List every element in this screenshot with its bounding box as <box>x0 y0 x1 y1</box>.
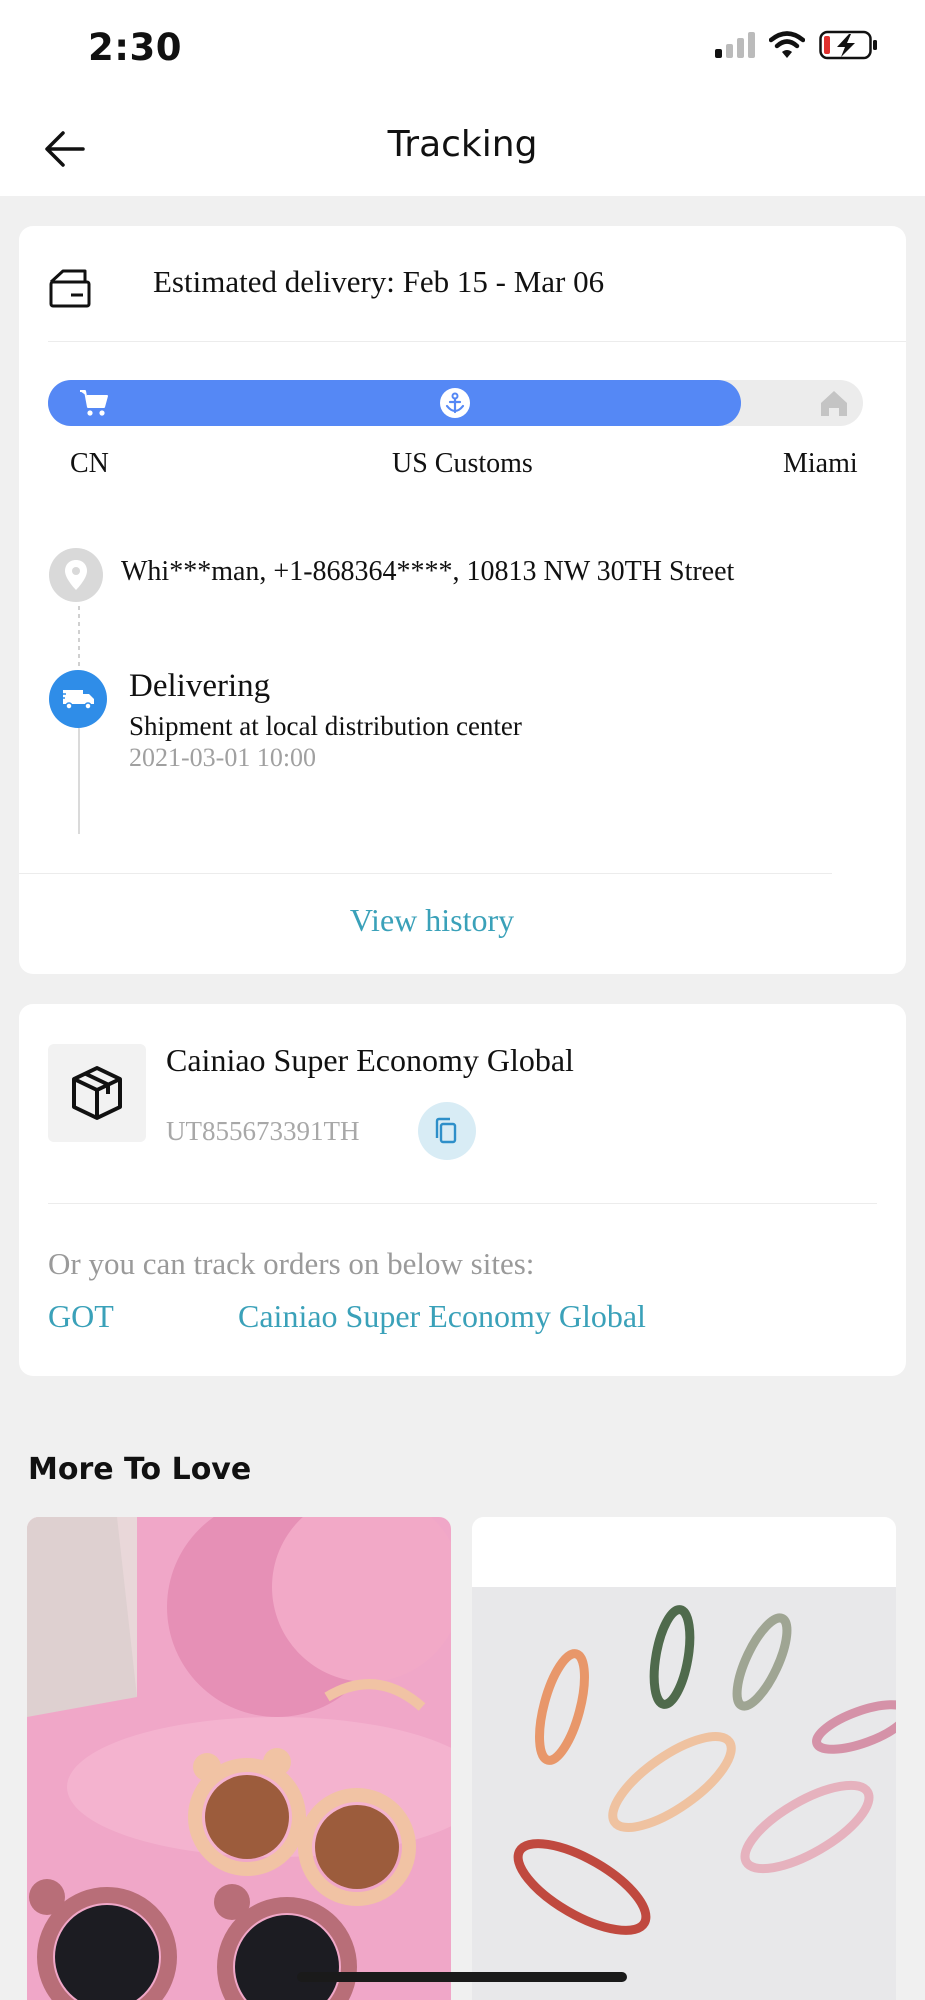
delivery-box-icon <box>49 269 91 308</box>
status-time: 2:30 <box>88 26 183 69</box>
divider <box>48 341 906 342</box>
copy-icon <box>435 1117 457 1144</box>
home-indicator <box>297 1972 627 1982</box>
wifi-icon <box>769 31 805 58</box>
product-image-sunglasses <box>27 1517 451 2000</box>
carrier-name: Cainiao Super Economy Global <box>166 1042 574 1078</box>
estimated-delivery: Estimated delivery: Feb 15 - Mar 06 <box>153 264 605 299</box>
status-icons <box>715 30 879 60</box>
stop-label-customs: US Customs <box>392 448 533 479</box>
timeline-dotted-connector <box>78 606 80 668</box>
event-status: Delivering <box>129 668 271 704</box>
shipping-address: Whi***man, +1-868364****, 10813 NW 30TH … <box>121 556 735 587</box>
progress-fill <box>48 380 741 426</box>
stop-label-destination: Miami <box>783 448 858 479</box>
shipping-progress-bar <box>48 380 863 426</box>
battery-charging-icon <box>819 30 877 60</box>
timeline-line <box>78 728 80 834</box>
product-image-hair-clips <box>472 1517 896 2000</box>
cart-icon <box>78 387 110 419</box>
product-card-sunglasses[interactable] <box>27 1517 451 2000</box>
status-bar: 2:30 <box>0 0 925 100</box>
stop-label-origin: CN <box>70 448 109 479</box>
section-title-more-to-love: More To Love <box>28 1452 252 1487</box>
divider <box>19 873 832 874</box>
carrier-card: Cainiao Super Economy Global UT855673391… <box>19 1004 906 1376</box>
nav-bar: Tracking <box>0 100 925 196</box>
home-icon <box>818 387 850 419</box>
tracking-card: Estimated delivery: Feb 15 - Mar 06 CN U… <box>19 226 906 974</box>
event-description: Shipment at local distribution center <box>129 711 522 741</box>
tracking-number: UT855673391TH <box>166 1116 360 1146</box>
anchor-icon <box>439 387 471 419</box>
cellular-signal-icon <box>715 32 755 58</box>
carrier-logo <box>48 1044 146 1142</box>
product-card-hair-clips[interactable] <box>472 1517 896 2000</box>
package-icon <box>72 1066 122 1120</box>
view-history-link[interactable]: View history <box>19 902 845 939</box>
site-link-got[interactable]: GOT <box>48 1298 114 1335</box>
site-link-cainiao[interactable]: Cainiao Super Economy Global <box>238 1298 646 1335</box>
other-sites-prompt: Or you can track orders on below sites: <box>48 1246 535 1281</box>
location-pin-icon <box>49 548 103 602</box>
event-time: 2021-03-01 10:00 <box>129 743 317 772</box>
copy-button[interactable] <box>418 1102 476 1160</box>
divider <box>48 1203 877 1204</box>
delivery-truck-icon <box>49 670 107 728</box>
page-title: Tracking <box>387 124 538 165</box>
